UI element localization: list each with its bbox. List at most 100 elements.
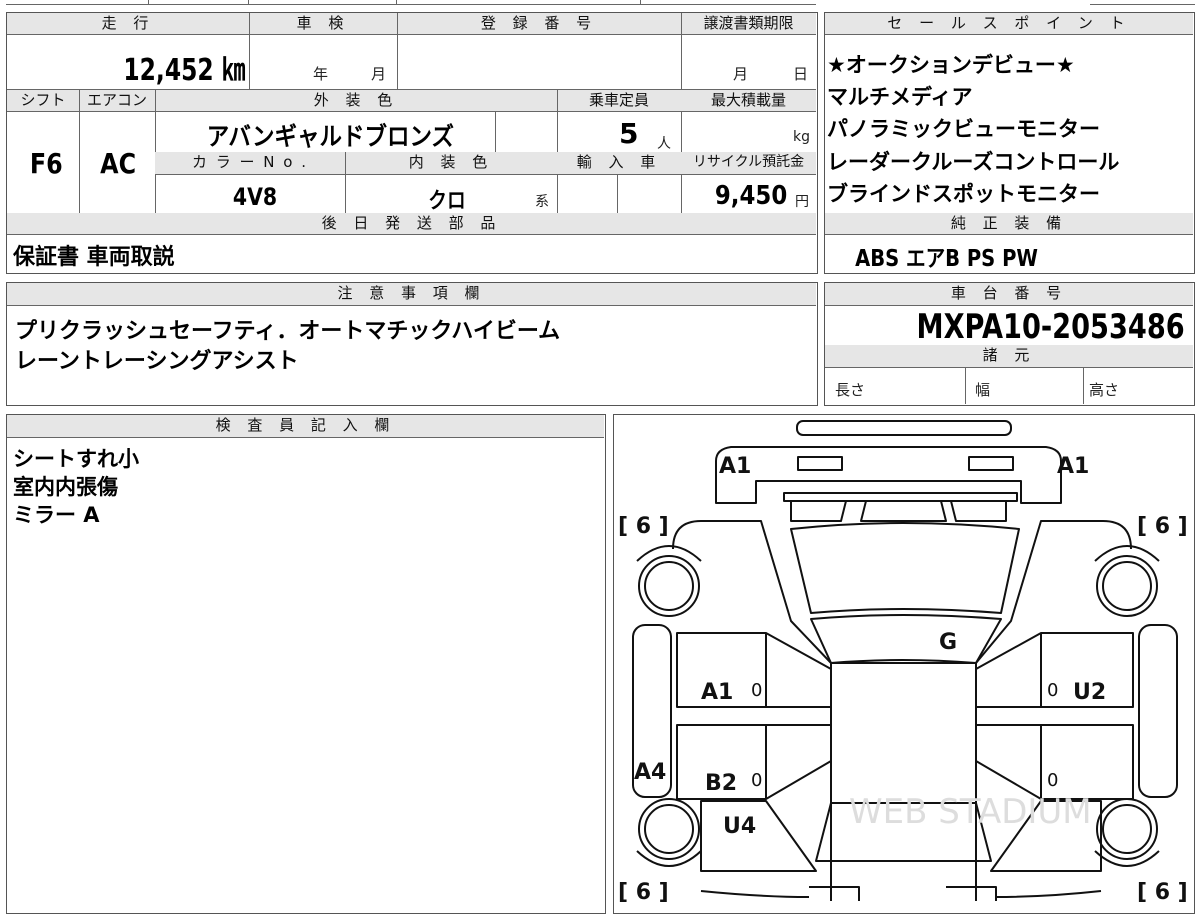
max-load-unit: kg bbox=[793, 129, 810, 145]
roof bbox=[830, 662, 977, 804]
right-front-wheel-inner bbox=[1102, 561, 1152, 611]
sales-points-panel: セ ー ル ス ポ イ ン ト ★オークションデビュー★ マルチメディア パノラ… bbox=[824, 12, 1195, 274]
front-body bbox=[715, 446, 1062, 504]
mark-roof: G bbox=[939, 630, 957, 655]
mark-right-front-door: U2 bbox=[1073, 680, 1106, 705]
mark-front-right-mirror: A1 bbox=[1057, 454, 1089, 479]
notes-panel: 注 意 事 項 欄 プリクラッシュセーフティ．オートマチックハイビーム レーント… bbox=[6, 282, 818, 406]
transfer-month-label: 月 bbox=[733, 65, 749, 83]
top-strip-line bbox=[6, 4, 816, 5]
divider bbox=[495, 112, 496, 152]
front-bumper bbox=[796, 420, 1012, 436]
right-front-wheel bbox=[1096, 555, 1158, 617]
tire-tread-rear-left: [ 6 ] bbox=[618, 880, 669, 905]
left-rear-wheel-inner bbox=[644, 804, 694, 854]
top-strip-divider bbox=[148, 0, 149, 5]
left-rear-wheel bbox=[638, 798, 700, 860]
rear-corners bbox=[700, 890, 1102, 898]
registration-header: 登 録 番 号 bbox=[397, 13, 681, 35]
divider bbox=[1083, 368, 1084, 404]
inspector-line: シートすれ小 bbox=[13, 447, 139, 471]
sales-point-item: レーダークルーズコントロール bbox=[827, 150, 1120, 174]
transfer-deadline-header: 譲渡書類期限 bbox=[681, 13, 816, 35]
transfer-day-label: 日 bbox=[793, 65, 809, 83]
door-zero-mark: 0 bbox=[751, 680, 762, 701]
notes-line: レーントレーシングアシスト bbox=[15, 349, 299, 374]
right-belt-line bbox=[976, 706, 1133, 726]
left-rear-fender bbox=[700, 800, 817, 872]
recycle-unit: 円 bbox=[795, 194, 809, 210]
top-strip-divider bbox=[640, 0, 641, 5]
interior-color-unit: 系 bbox=[535, 194, 549, 210]
inspector-header: 検 査 員 記 入 欄 bbox=[7, 415, 604, 438]
left-side-body bbox=[672, 520, 832, 901]
top-strip-divider bbox=[248, 0, 249, 5]
mileage-value: 12,452 ㎞ bbox=[123, 53, 245, 88]
left-front-wheel-inner bbox=[644, 561, 694, 611]
genuine-equipment-header: 純 正 装 備 bbox=[825, 213, 1193, 235]
vent-center bbox=[860, 500, 947, 522]
divider bbox=[345, 152, 346, 213]
interior-color-header: 内 装 色 bbox=[345, 152, 557, 175]
later-parts-value: 保証書 車両取説 bbox=[13, 245, 175, 270]
max-load-header: 最大積載量 bbox=[681, 90, 816, 112]
exterior-color-header: 外 装 色 bbox=[155, 90, 557, 112]
mileage-header: 走 行 bbox=[7, 13, 249, 35]
capacity-unit: 人 bbox=[657, 136, 671, 152]
inspector-line: ミラー A bbox=[13, 503, 100, 527]
left-front-wheel bbox=[638, 555, 700, 617]
tire-tread-front-left: [ 6 ] bbox=[618, 514, 669, 539]
chassis-panel: 車 台 番 号 MXPA10-2053486 諸 元 長さ 幅 高さ bbox=[824, 282, 1195, 406]
shift-value: F6 bbox=[29, 147, 63, 180]
divider bbox=[617, 175, 618, 213]
tire-tread-front-right: [ 6 ] bbox=[1137, 514, 1188, 539]
inspection-month-label: 月 bbox=[371, 65, 387, 83]
mark-left-rear-door: B2 bbox=[705, 771, 737, 796]
color-no-header: カ ラ ー N o . bbox=[155, 152, 345, 175]
color-no-value: 4V8 bbox=[232, 183, 278, 211]
sales-point-item: パノラミックビューモニター bbox=[827, 117, 1100, 141]
genuine-equipment-value: ABS エアB PS PW bbox=[855, 246, 1038, 272]
right-rocker bbox=[1138, 624, 1178, 798]
divider bbox=[397, 13, 398, 89]
vent-left bbox=[790, 500, 847, 522]
spec-length-label: 長さ bbox=[835, 381, 866, 399]
right-front-arch bbox=[1094, 545, 1160, 562]
later-parts-header: 後 日 発 送 部 品 bbox=[7, 213, 816, 235]
spec-width-label: 幅 bbox=[975, 381, 991, 399]
spec-height-label: 高さ bbox=[1089, 381, 1120, 399]
aircon-value: AC bbox=[100, 147, 137, 180]
sales-point-item: マルチメディア bbox=[827, 85, 973, 109]
mark-left-rocker: A4 bbox=[634, 760, 666, 785]
roof-front bbox=[810, 614, 1002, 664]
headlight-right bbox=[968, 456, 1014, 471]
import-car-header: 輸 入 車 bbox=[557, 152, 681, 175]
headlight-left bbox=[797, 456, 843, 471]
capacity-header: 乗車定員 bbox=[557, 90, 681, 112]
right-rear-wheel bbox=[1096, 798, 1158, 860]
top-strip-line bbox=[1090, 4, 1195, 5]
inspection-year-label: 年 bbox=[313, 65, 329, 83]
mark-left-rear-fender: U4 bbox=[723, 814, 756, 839]
vent-right bbox=[950, 500, 1007, 522]
chassis-number: MXPA10-2053486 bbox=[916, 307, 1185, 347]
inspection-header: 車 検 bbox=[249, 13, 397, 35]
notes-line: プリクラッシュセーフティ．オートマチックハイビーム bbox=[15, 319, 561, 344]
divider bbox=[79, 90, 80, 213]
door-zero-mark: 0 bbox=[1047, 770, 1058, 791]
interior-color-value: クロ bbox=[428, 189, 466, 214]
inspector-line: 室内内張傷 bbox=[13, 475, 118, 499]
notes-header: 注 意 事 項 欄 bbox=[7, 283, 816, 306]
recycle-value: 9,450 bbox=[714, 181, 787, 211]
watermark: WEB STADIUM bbox=[849, 792, 1092, 832]
sales-point-item: ★オークションデビュー★ bbox=[827, 53, 1075, 77]
left-belt-line bbox=[677, 706, 831, 726]
mark-front-left-mirror: A1 bbox=[719, 454, 751, 479]
divider bbox=[681, 13, 682, 213]
recycle-header: リサイクル預託金 bbox=[681, 152, 816, 175]
inspector-panel: 検 査 員 記 入 欄 シートすれ小 室内内張傷 ミラー A bbox=[6, 414, 606, 914]
divider bbox=[249, 13, 250, 89]
door-zero-mark: 0 bbox=[751, 770, 762, 791]
grille bbox=[783, 492, 1018, 502]
aircon-header: エアコン bbox=[79, 90, 155, 112]
